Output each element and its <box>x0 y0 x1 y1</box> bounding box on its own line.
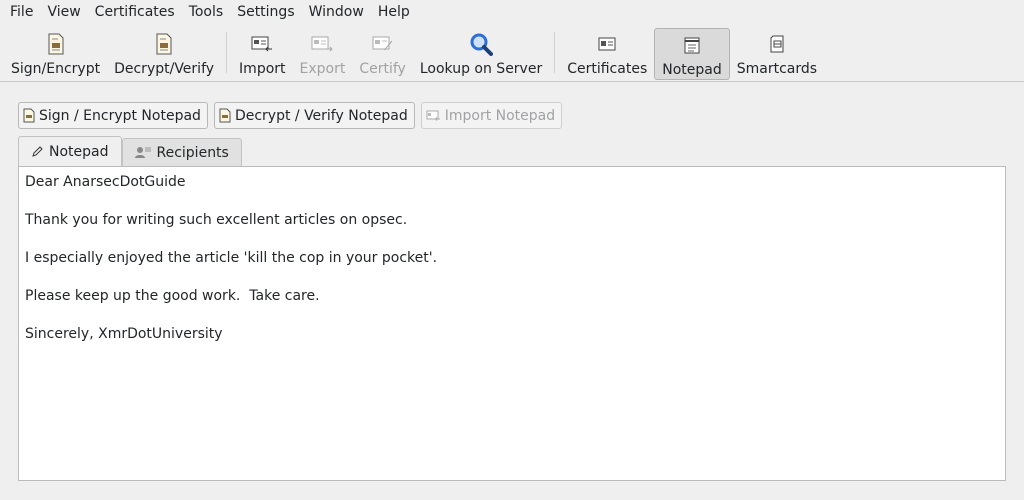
import-button[interactable]: Import <box>232 28 292 80</box>
decrypt-document-icon <box>155 32 173 56</box>
menu-window[interactable]: Window <box>302 0 371 24</box>
notepad-icon <box>684 33 700 57</box>
pencil-icon <box>31 146 43 158</box>
sign-document-icon <box>23 108 35 123</box>
smartcards-label: Smartcards <box>736 61 818 77</box>
notepad-label: Notepad <box>662 62 722 78</box>
tab-notepad[interactable]: Notepad <box>18 136 122 167</box>
toolbar-separator <box>226 32 228 73</box>
notepad-tab-bar: Notepad Recipients <box>18 136 242 167</box>
tab-recipients[interactable]: Recipients <box>121 138 242 166</box>
import-label: Import <box>239 61 286 77</box>
main-toolbar: Sign/Encrypt Decrypt/Verify Import Expor… <box>0 24 1024 82</box>
menu-file[interactable]: File <box>3 0 40 24</box>
import-notepad-button[interactable]: Import Notepad <box>420 102 563 129</box>
import-certificate-icon <box>426 110 441 122</box>
decrypt-verify-notepad-label: Decrypt / Verify Notepad <box>234 107 408 124</box>
certificate-icon <box>598 32 616 56</box>
editor-line: Sincerely, XmrDotUniversity <box>25 326 223 342</box>
smartcards-button[interactable]: Smartcards <box>730 28 824 80</box>
menu-settings[interactable]: Settings <box>230 0 301 24</box>
menu-view[interactable]: View <box>40 0 87 24</box>
import-notepad-label: Import Notepad <box>444 107 556 124</box>
export-label: Export <box>299 61 346 77</box>
decrypt-verify-label: Decrypt/Verify <box>114 61 215 77</box>
export-button[interactable]: Export <box>293 28 353 80</box>
recipients-icon <box>134 146 151 159</box>
magnifier-icon <box>469 32 494 56</box>
notepad-actions: Sign / Encrypt Notepad Decrypt / Verify … <box>18 102 563 129</box>
editor-line: Thank you for writing such excellent art… <box>25 212 408 228</box>
smartcard-icon <box>769 32 785 56</box>
menu-bar: File View Certificates Tools Settings Wi… <box>0 0 1024 24</box>
decrypt-verify-button[interactable]: Decrypt/Verify <box>107 28 221 80</box>
sign-document-icon <box>47 32 65 56</box>
notepad-button[interactable]: Notepad <box>654 28 730 80</box>
notepad-text-editor[interactable]: Dear AnarsecDotGuide Thank you for writi… <box>18 166 1006 481</box>
menu-certificates[interactable]: Certificates <box>88 0 182 24</box>
sign-encrypt-label: Sign/Encrypt <box>11 61 101 77</box>
tab-notepad-label: Notepad <box>49 144 109 160</box>
menu-tools[interactable]: Tools <box>182 0 231 24</box>
editor-line: Please keep up the good work. Take care. <box>25 288 320 304</box>
decrypt-document-icon <box>219 108 231 123</box>
lookup-on-server-label: Lookup on Server <box>419 61 543 77</box>
sign-encrypt-notepad-button[interactable]: Sign / Encrypt Notepad <box>18 102 208 129</box>
certificates-button[interactable]: Certificates <box>560 28 654 80</box>
toolbar-separator <box>554 32 556 73</box>
certify-button[interactable]: Certify <box>352 28 413 80</box>
lookup-on-server-button[interactable]: Lookup on Server <box>413 28 549 80</box>
menu-help[interactable]: Help <box>371 0 417 24</box>
sign-encrypt-notepad-label: Sign / Encrypt Notepad <box>39 107 201 124</box>
certify-label: Certify <box>359 61 406 77</box>
certify-certificate-icon <box>372 32 394 56</box>
export-certificate-icon <box>311 32 334 56</box>
sign-encrypt-button[interactable]: Sign/Encrypt <box>4 28 107 80</box>
editor-line: I especially enjoyed the article 'kill t… <box>25 250 438 266</box>
import-certificate-icon <box>251 32 273 56</box>
decrypt-verify-notepad-button[interactable]: Decrypt / Verify Notepad <box>213 102 415 129</box>
editor-line: Dear AnarsecDotGuide <box>25 174 186 190</box>
tab-recipients-label: Recipients <box>156 144 229 161</box>
certificates-label: Certificates <box>567 61 648 77</box>
